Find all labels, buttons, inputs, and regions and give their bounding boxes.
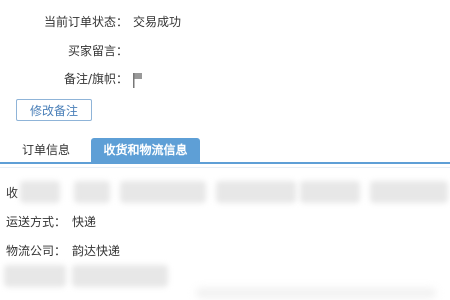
- note-flag-label: 备注/旗帜：: [63, 72, 128, 86]
- tab-underline: [0, 162, 450, 164]
- delivery-method-value: 快递: [72, 215, 97, 229]
- delivery-method-label: 运送方式：: [6, 215, 67, 229]
- logistics-company-value: 韵达快递: [72, 244, 121, 258]
- order-status-label: 当前订单状态：: [43, 15, 128, 29]
- flag-icon[interactable]: [133, 72, 143, 88]
- tab-shipping-logistics[interactable]: 收货和物流信息: [91, 138, 200, 162]
- divider: [0, 167, 450, 168]
- buyer-message-label: 买家留言：: [67, 44, 128, 58]
- modify-note-button[interactable]: 修改备注: [16, 99, 92, 121]
- order-status-row: 当前订单状态：: [0, 13, 128, 31]
- buyer-message-row: 买家留言：: [0, 42, 128, 60]
- order-status-value: 交易成功: [133, 15, 182, 29]
- note-flag-row: 备注/旗帜：: [0, 70, 128, 88]
- tab-order-info[interactable]: 订单信息: [22, 138, 70, 162]
- recipient-label: 收: [6, 186, 19, 200]
- tab-bar: 订单信息 收货和物流信息: [0, 138, 450, 164]
- logistics-company-label: 物流公司：: [6, 244, 67, 258]
